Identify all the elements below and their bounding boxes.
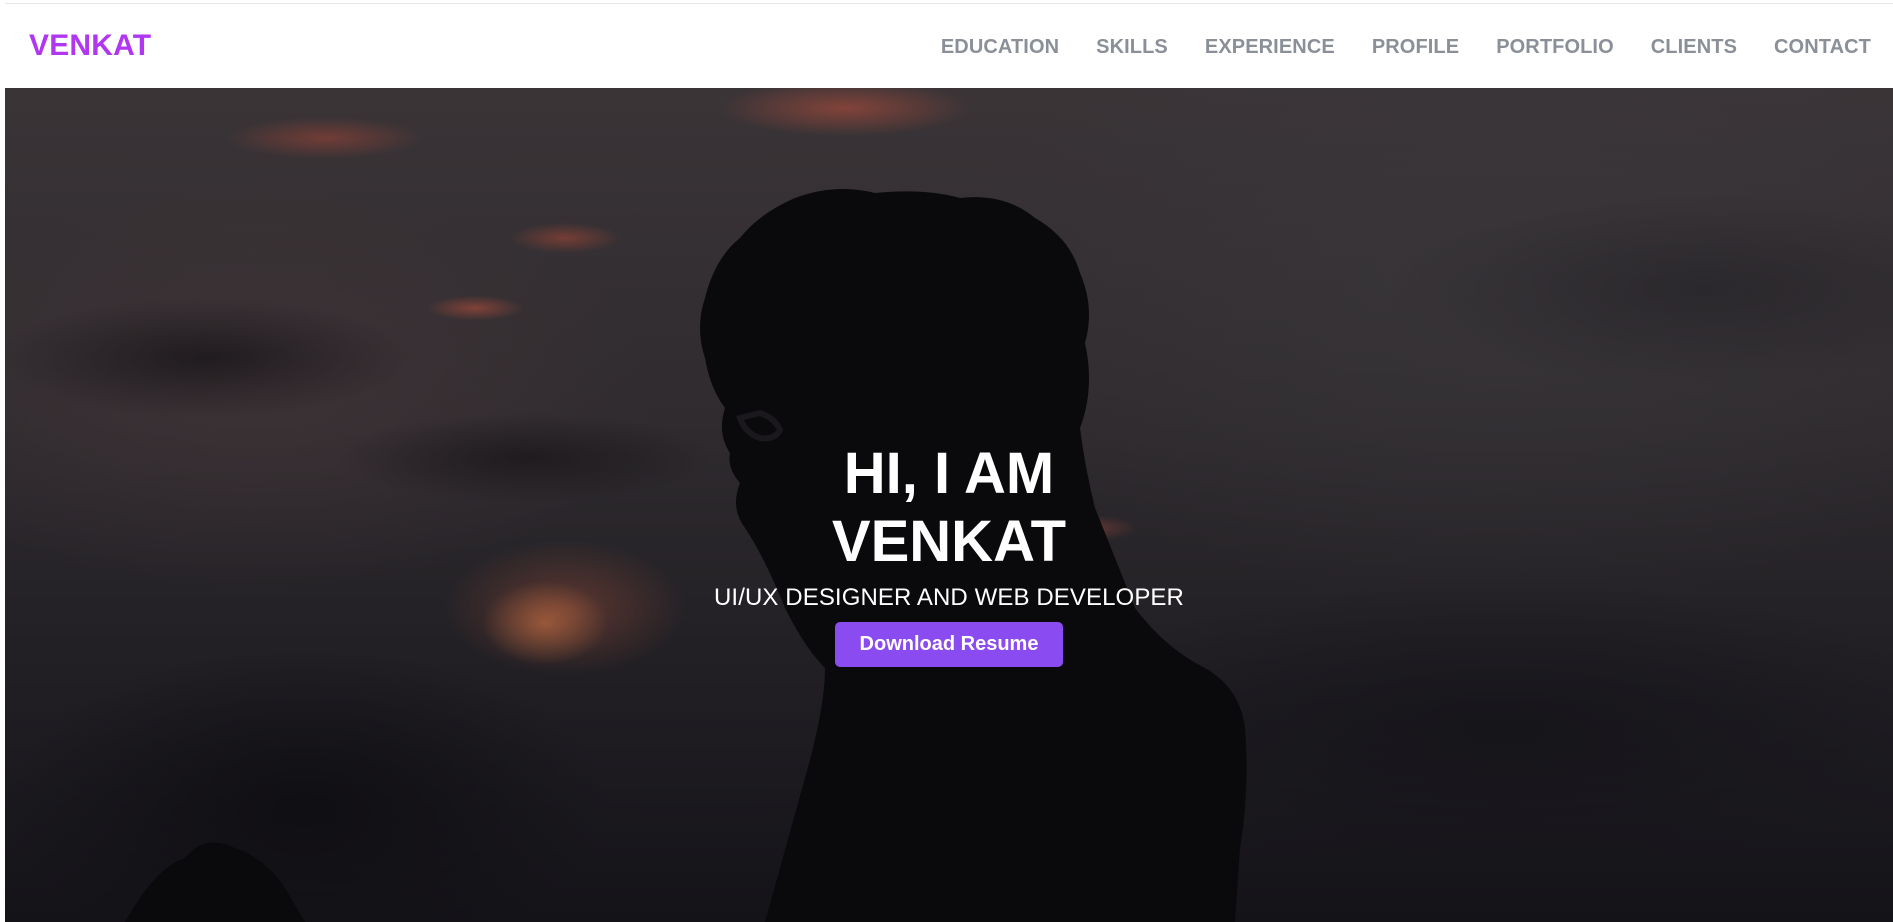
hero-title: HI, I AM VENKAT	[699, 440, 1199, 576]
nav-link-skills[interactable]: SKILLS	[1096, 36, 1168, 59]
page-frame: VENKAT EDUCATION SKILLS EXPERIENCE PROFI…	[5, 3, 1893, 922]
nav-link-education[interactable]: EDUCATION	[941, 36, 1059, 59]
nav-link-clients[interactable]: CLIENTS	[1651, 36, 1737, 59]
nav-link-contact[interactable]: CONTACT	[1774, 36, 1871, 59]
hero-section: HI, I AM VENKAT UI/UX DESIGNER AND WEB D…	[5, 88, 1893, 922]
nav-link-portfolio[interactable]: PORTFOLIO	[1496, 36, 1614, 59]
brand-logo[interactable]: VENKAT	[29, 29, 151, 63]
download-resume-button[interactable]: Download Resume	[834, 622, 1064, 667]
nav-link-experience[interactable]: EXPERIENCE	[1205, 36, 1335, 59]
hero-subtitle: UI/UX DESIGNER AND WEB DEVELOPER	[714, 584, 1184, 611]
hero-title-line-2: VENKAT	[831, 509, 1067, 574]
hero-title-line-1: HI, I AM	[843, 441, 1055, 506]
nav-link-profile[interactable]: PROFILE	[1372, 36, 1459, 59]
hero-content: HI, I AM VENKAT UI/UX DESIGNER AND WEB D…	[5, 440, 1893, 667]
top-navbar: VENKAT EDUCATION SKILLS EXPERIENCE PROFI…	[5, 3, 1893, 88]
nav-links: EDUCATION SKILLS EXPERIENCE PROFILE PORT…	[904, 36, 1871, 59]
